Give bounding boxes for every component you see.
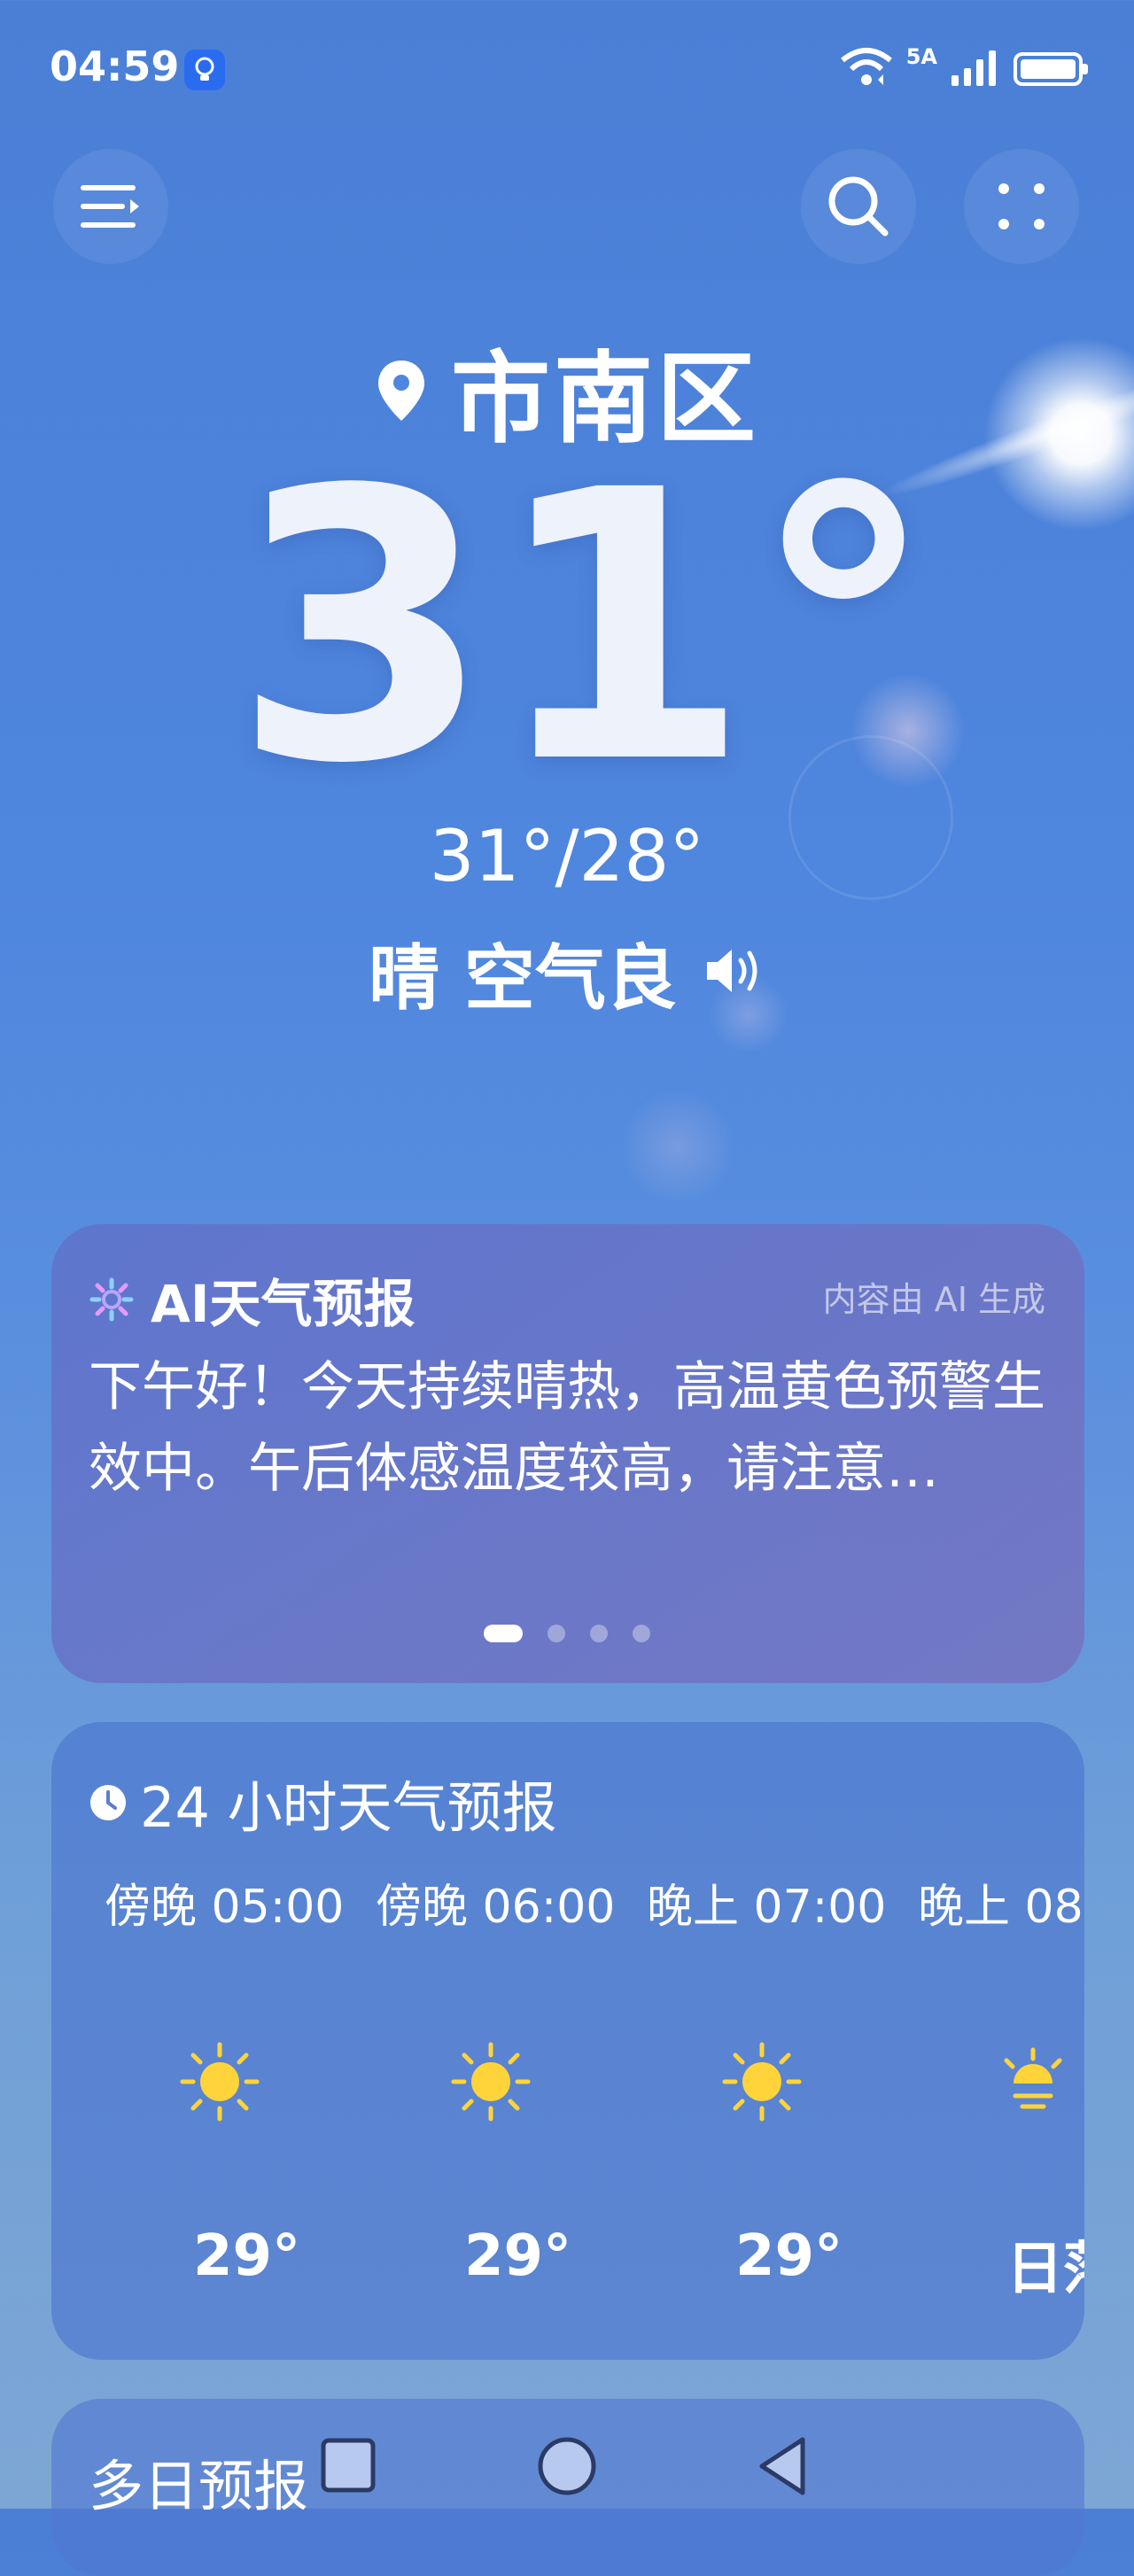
hour-item[interactable]: 傍晚 05:00 29° bbox=[105, 1869, 376, 2289]
battery-icon bbox=[1014, 52, 1088, 86]
hour-time: 傍晚 06:00 bbox=[376, 1881, 616, 1934]
current-temperature: 31° bbox=[232, 412, 937, 845]
temperature-range: 31°/28° bbox=[429, 815, 705, 897]
hourly-forecast-title: 24 小时天气预报 bbox=[140, 1775, 557, 1840]
ai-forecast-title-row: AI天气预报 bbox=[89, 1262, 415, 1337]
hour-temperature: 29° bbox=[464, 2223, 572, 2289]
lens-flare-small bbox=[620, 1090, 735, 1205]
page-indicator bbox=[0, 1625, 1134, 1642]
page-dot[interactable] bbox=[548, 1625, 565, 1642]
search-icon bbox=[828, 176, 889, 237]
hour-temperature: 29° bbox=[193, 2223, 301, 2289]
status-icons: 5A bbox=[839, 44, 1088, 94]
sun-icon bbox=[447, 2037, 535, 2130]
hour-item[interactable]: 傍晚 06:00 29° bbox=[376, 1869, 647, 2289]
weather-condition: 晴 空气良 bbox=[369, 937, 677, 1020]
hour-item[interactable]: 晚上 07:00 29° bbox=[647, 1869, 918, 2289]
wifi-icon bbox=[839, 46, 894, 92]
back-button[interactable] bbox=[753, 2434, 812, 2498]
hour-temperature: 日落 bbox=[1006, 2237, 1084, 2302]
menu-icon bbox=[81, 185, 139, 228]
condition-row: 晴 空气良 bbox=[0, 921, 1134, 1024]
clock-icon bbox=[90, 1785, 126, 1820]
lightbulb-icon bbox=[184, 50, 225, 90]
hour-time: 傍晚 05:00 bbox=[105, 1881, 345, 1934]
page-dot[interactable] bbox=[633, 1625, 650, 1642]
hour-time: 晚上 08:00 bbox=[918, 1881, 1084, 1934]
hour-time: 晚上 07:00 bbox=[647, 1881, 887, 1934]
signal-icon bbox=[950, 47, 1001, 91]
search-button[interactable] bbox=[801, 149, 916, 264]
more-button[interactable] bbox=[964, 149, 1079, 264]
ai-generated-note: 内容由 AI 生成 bbox=[822, 1280, 1045, 1319]
sun-icon bbox=[718, 2037, 806, 2130]
hourly-title-row: 24 小时天气预报 bbox=[89, 1763, 557, 1843]
page-dot[interactable] bbox=[484, 1625, 523, 1642]
hour-temperature: 29° bbox=[735, 2223, 843, 2289]
network-type-label: 5A bbox=[905, 44, 937, 69]
ai-forecast-title: AI天气预报 bbox=[151, 1274, 416, 1334]
speaker-icon[interactable] bbox=[703, 932, 765, 1014]
ai-forecast-text: 下午好！今天持续晴热，高温黄色预警生效中。午后体感温度较高，请注意… bbox=[89, 1356, 1045, 1500]
menu-button[interactable] bbox=[53, 149, 168, 264]
recent-apps-button[interactable] bbox=[319, 2436, 377, 2495]
more-icon bbox=[998, 183, 1045, 229]
sunset-icon bbox=[989, 2037, 1077, 2130]
hour-item[interactable]: 晚上 08:00 日落 bbox=[918, 1869, 1084, 2302]
ai-sparkle-icon bbox=[89, 1277, 134, 1322]
home-button[interactable] bbox=[535, 2434, 599, 2498]
page-dot[interactable] bbox=[590, 1625, 608, 1642]
system-navigation-bar bbox=[0, 2427, 1134, 2507]
sun-icon bbox=[175, 2037, 264, 2130]
status-time: 04:59 bbox=[50, 43, 180, 90]
hourly-list[interactable]: 傍晚 05:00 29° 傍晚 06:00 29° 晚上 07:00 29° 晚… bbox=[89, 1869, 1084, 2330]
